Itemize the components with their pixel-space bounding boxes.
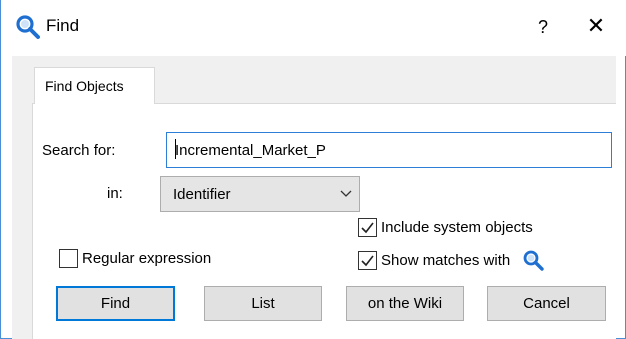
- show-matches-label: Show matches with: [381, 251, 511, 269]
- show-matches-checkbox[interactable]: [358, 250, 377, 270]
- window-title: Find: [46, 16, 80, 35]
- checkmark-icon: [361, 222, 374, 234]
- include-system-checkbox[interactable]: [358, 218, 377, 237]
- tab-find-objects[interactable]: Find Objects: [34, 67, 155, 104]
- search-label: Search for:: [42, 142, 116, 159]
- checkmark-icon: [361, 255, 374, 266]
- in-label: in:: [107, 185, 123, 202]
- show-matches-option[interactable]: Show matches with: [358, 249, 544, 271]
- title-bar: Find ? ✕: [1, 0, 626, 56]
- help-button[interactable]: ?: [531, 14, 555, 40]
- regex-label: Regular expression: [82, 250, 212, 267]
- search-scope-select[interactable]: Identifier: [160, 176, 360, 212]
- dialog-body: Find Objects Search for: in: Identifier …: [12, 56, 616, 339]
- cancel-button[interactable]: Cancel: [487, 286, 606, 321]
- close-button[interactable]: ✕: [583, 12, 609, 40]
- magnifier-icon: [16, 15, 40, 39]
- magnifier-icon[interactable]: [522, 249, 544, 271]
- select-value: Identifier: [173, 186, 231, 203]
- list-button[interactable]: List: [204, 286, 322, 321]
- find-dialog: Find ? ✕ Find Objects Search for: in: Id…: [0, 0, 626, 339]
- text-caret: [175, 139, 176, 159]
- wiki-button[interactable]: on the Wiki: [346, 286, 464, 321]
- tab-label: Find Objects: [45, 78, 124, 94]
- include-system-label: Include system objects: [381, 219, 533, 236]
- regex-option[interactable]: Regular expression: [59, 249, 211, 268]
- search-input[interactable]: [166, 132, 612, 168]
- chevron-down-icon: [340, 190, 352, 197]
- regex-checkbox[interactable]: [59, 249, 78, 268]
- include-system-option[interactable]: Include system objects: [358, 218, 533, 237]
- find-button[interactable]: Find: [56, 286, 175, 321]
